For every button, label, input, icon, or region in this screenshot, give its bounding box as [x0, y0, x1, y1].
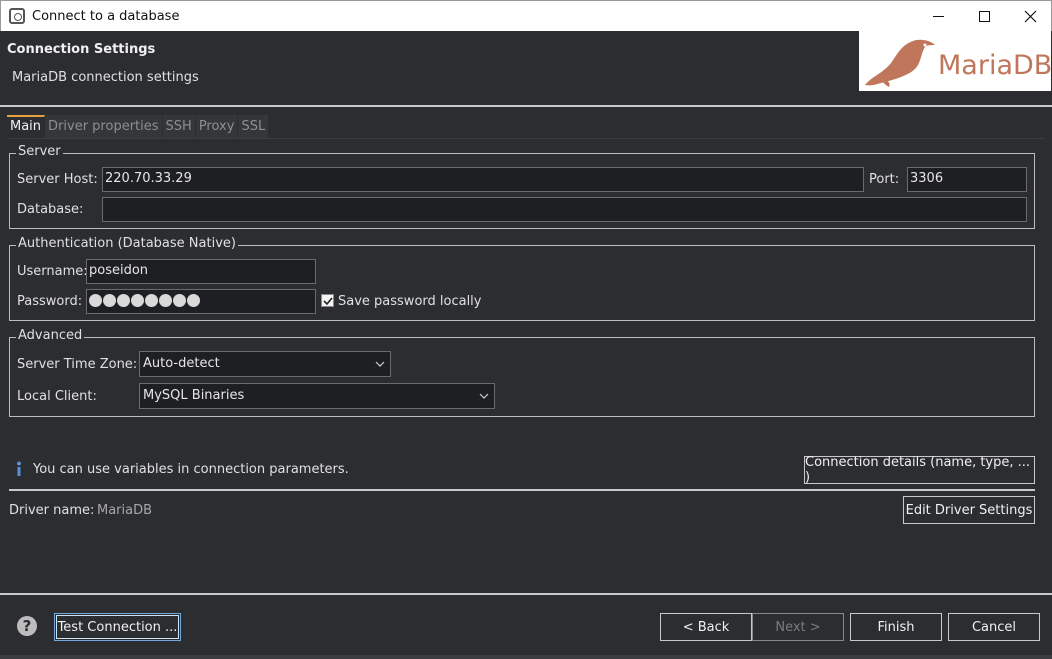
local-client-select[interactable]: MySQL Binaries: [139, 383, 495, 409]
database-label: Database:: [17, 202, 84, 217]
variables-info-text: You can use variables in connection para…: [33, 462, 349, 477]
local-client-value: MySQL Binaries: [143, 388, 245, 403]
tab-main[interactable]: Main: [7, 115, 46, 139]
local-client-label: Local Client:: [17, 389, 97, 404]
tab-ssh[interactable]: SSH: [162, 115, 196, 139]
connection-details-button[interactable]: Connection details (name, type, ... ): [804, 455, 1035, 485]
server-timezone-label: Server Time Zone:: [17, 357, 138, 372]
server-timezone-select[interactable]: Auto-detect: [139, 351, 391, 377]
app-icon: [9, 8, 25, 24]
tab-divider: [7, 138, 1045, 139]
minimize-button[interactable]: [915, 1, 961, 31]
help-icon[interactable]: ?: [17, 616, 37, 636]
cancel-button[interactable]: Cancel: [948, 613, 1040, 641]
close-button[interactable]: [1007, 1, 1052, 31]
maximize-icon: [978, 10, 990, 22]
window-title: Connect to a database: [32, 9, 180, 24]
password-mask: [89, 293, 313, 307]
next-button[interactable]: Next >: [752, 613, 844, 641]
authentication-legend: Authentication (Database Native): [16, 236, 238, 251]
advanced-legend: Advanced: [16, 328, 85, 343]
tab-driver-properties[interactable]: Driver properties: [45, 115, 163, 139]
test-connection-button[interactable]: Test Connection ...: [54, 613, 181, 641]
maximize-button[interactable]: [961, 1, 1007, 31]
dialog-header: Connection Settings MariaDB connection s…: [0, 31, 1052, 105]
header-divider: [0, 105, 1052, 107]
port-input[interactable]: 3306: [907, 167, 1027, 192]
edit-driver-settings-button[interactable]: Edit Driver Settings: [903, 496, 1035, 524]
logo-text: MariaDB: [938, 50, 1052, 81]
bottom-strip: [0, 655, 1052, 659]
password-input[interactable]: [86, 289, 316, 314]
close-icon: [1024, 10, 1036, 22]
driver-name-value: MariaDB: [97, 503, 153, 518]
footer-divider: [0, 593, 1052, 595]
tab-proxy[interactable]: Proxy: [195, 115, 239, 139]
window-titlebar: Connect to a database: [0, 0, 1052, 31]
page-title: Connection Settings: [7, 42, 156, 57]
tab-bar: Main Driver properties SSH Proxy SSL: [7, 115, 270, 139]
server-host-label: Server Host:: [17, 172, 98, 187]
chevron-down-icon: [479, 393, 489, 399]
back-button[interactable]: < Back: [660, 613, 752, 641]
save-password-label[interactable]: Save password locally: [338, 294, 482, 309]
seal-icon: [865, 39, 935, 87]
save-password-checkbox[interactable]: [321, 294, 334, 307]
chevron-down-icon: [375, 361, 385, 367]
database-input[interactable]: [102, 197, 1027, 222]
driver-name-label: Driver name:: [9, 503, 95, 518]
server-timezone-value: Auto-detect: [143, 356, 220, 371]
finish-button[interactable]: Finish: [850, 613, 942, 641]
mariadb-logo: MariaDB: [859, 31, 1052, 91]
username-input[interactable]: poseidon: [86, 259, 316, 284]
password-label: Password:: [17, 294, 83, 309]
info-divider: [9, 489, 1035, 491]
page-subtitle: MariaDB connection settings: [12, 70, 199, 85]
port-label: Port:: [869, 172, 900, 187]
info-icon: [17, 461, 21, 476]
minimize-icon: [932, 15, 944, 17]
server-host-input[interactable]: 220.70.33.29: [102, 167, 864, 192]
tab-ssl[interactable]: SSL: [238, 115, 270, 139]
username-label: Username:: [17, 264, 88, 279]
server-legend: Server: [16, 144, 63, 159]
checkmark-icon: [323, 297, 333, 306]
